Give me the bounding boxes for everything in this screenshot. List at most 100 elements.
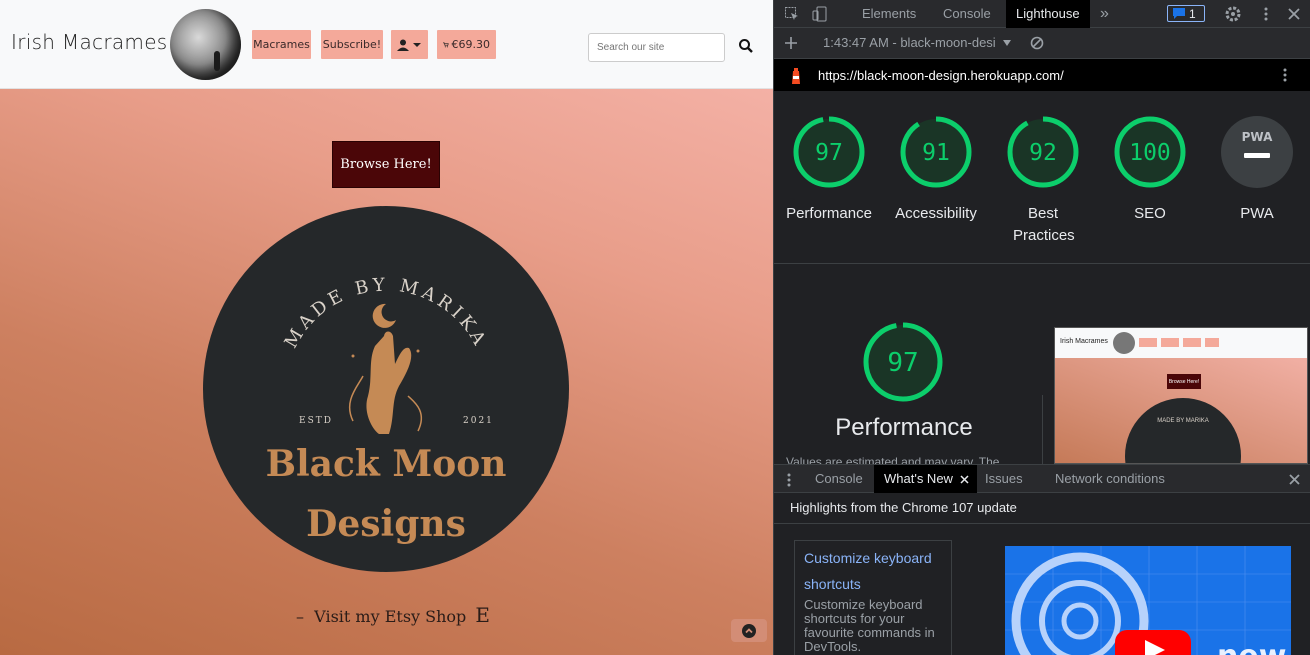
gauge-label: Accessibility — [895, 205, 977, 222]
section-divider — [774, 263, 1310, 264]
browse-here-button[interactable]: Browse Here! — [332, 141, 440, 188]
pwa-dash-icon — [1244, 153, 1270, 158]
device-toolbar-icon[interactable] — [812, 6, 828, 22]
cart-button[interactable]: €69.30 — [437, 30, 496, 59]
kebab-menu-icon[interactable] — [1258, 6, 1274, 22]
thumb-navbar: Irish Macrames — [1055, 328, 1307, 358]
more-tabs-chevron-icon[interactable]: » — [1096, 0, 1113, 28]
gauge-score: 97 — [815, 140, 843, 166]
whats-new-card: Customize keyboard shortcuts Customize k… — [794, 540, 952, 655]
page-screenshot-thumbnail[interactable]: Irish Macrames Browse Here! MADE BY MARI… — [1054, 327, 1308, 464]
gauge-label: Best Practices — [1013, 205, 1075, 244]
customize-shortcuts-description: Customize keyboard shortcuts for your fa… — [804, 597, 935, 654]
thumb-logo-text: MADE BY MARIKA — [1157, 418, 1209, 424]
cart-icon — [443, 42, 449, 47]
close-tab-icon[interactable] — [960, 475, 969, 484]
audited-url: https://black-moon-design.herokuapp.com/ — [818, 68, 1064, 83]
whats-new-graphic: new — [1005, 546, 1291, 655]
whats-new-heading: Highlights from the Chrome 107 update — [774, 493, 1310, 524]
lighthouse-toolbar: 1:43:47 AM - black-moon-desi — [774, 28, 1310, 59]
caret-down-icon — [413, 42, 421, 47]
settings-gear-icon[interactable] — [1225, 6, 1241, 22]
etsy-link-text: Visit my Etsy Shop — [314, 607, 467, 626]
site-search-input[interactable] — [588, 33, 725, 62]
customize-shortcuts-link[interactable]: Customize keyboard shortcuts — [804, 545, 942, 597]
plus-icon[interactable] — [784, 36, 798, 50]
performance-big-score: 97 — [887, 348, 918, 378]
etsy-shop-link[interactable]: – Visit my Etsy Shop E — [296, 603, 490, 627]
nav-subscribe-button[interactable]: Subscribe! — [321, 30, 383, 59]
whats-new-video-thumbnail[interactable]: new — [1005, 546, 1291, 655]
message-icon — [1173, 8, 1185, 19]
close-devtools-icon[interactable] — [1286, 6, 1302, 22]
gauge-label: Performance — [786, 205, 872, 222]
logo-line2: Designs — [306, 503, 466, 545]
drawer-tab-issues[interactable]: Issues — [975, 465, 1033, 493]
thumb-nav-buttons — [1139, 338, 1219, 347]
pwa-badge-text: PWA — [1242, 130, 1273, 144]
thumb-logo: MADE BY MARIKA — [1125, 398, 1241, 463]
performance-title: Performance — [835, 414, 973, 441]
inspect-element-icon[interactable] — [784, 6, 800, 22]
gauge-ring: 92 — [1007, 116, 1079, 188]
drawer-tab-whats-new-label: What's New — [884, 471, 953, 486]
logo-year: 2021 — [463, 416, 494, 426]
gauge-ring: 100 — [1114, 116, 1186, 188]
logo-estd: ESTD — [299, 416, 333, 426]
gauge-ring: PWA — [1221, 116, 1293, 188]
tab-lighthouse[interactable]: Lighthouse — [1006, 0, 1090, 28]
score-gauge-pwa[interactable]: PWA PWA — [1202, 116, 1310, 225]
score-gauge-performance[interactable]: 97 Performance — [774, 116, 884, 225]
scroll-to-top-button[interactable] — [731, 619, 767, 642]
pwa-badge-bg — [1221, 116, 1293, 188]
gauge-label: SEO — [1134, 205, 1166, 222]
cart-total: €69.30 — [451, 38, 491, 51]
search-icon[interactable] — [738, 38, 754, 54]
clear-reports-icon[interactable] — [1030, 36, 1044, 50]
drawer-tab-network-conditions[interactable]: Network conditions — [1045, 465, 1175, 493]
issues-badge[interactable]: 1 — [1167, 5, 1205, 22]
report-menu-icon[interactable] — [1277, 67, 1293, 83]
whats-new-image-text: new — [1217, 639, 1286, 655]
drawer-menu-icon[interactable] — [786, 472, 792, 488]
score-gauge-accessibility[interactable]: 91 Accessibility — [881, 116, 991, 225]
tab-elements[interactable]: Elements — [852, 0, 926, 28]
score-gauge-seo[interactable]: 100 SEO — [1095, 116, 1205, 225]
etsy-dash: – — [296, 607, 315, 626]
gauge-ring: 91 — [900, 116, 972, 188]
moon-logo-image[interactable] — [170, 9, 241, 80]
gauge-score: 100 — [1129, 140, 1171, 166]
lighthouse-report: 97 Performance 91 Accessibility 92 Best Pract… — [774, 91, 1310, 464]
thumb-brand: Irish Macrames — [1060, 338, 1108, 345]
logo-line1: Black Moon — [266, 443, 507, 485]
drawer-tabbar: Console What's New Issues Network condit… — [774, 464, 1310, 493]
report-time: 1:43:47 AM - black-moon-desi — [823, 35, 996, 50]
chevron-up-icon — [742, 623, 756, 638]
gauge-score: 92 — [1029, 140, 1057, 166]
drawer-tab-console[interactable]: Console — [805, 465, 873, 493]
score-gauge-best-practices[interactable]: 92 Best Practices — [988, 116, 1098, 247]
website-viewport: Irish Macrames Macrames Subscribe! €69.3… — [0, 0, 773, 655]
account-dropdown-button[interactable] — [391, 30, 428, 59]
nav-macrames-button[interactable]: Macrames — [252, 30, 311, 59]
black-moon-designs-logo: MADE BY MARIKA ESTD 2021 Black Moon Desi… — [203, 206, 569, 572]
close-drawer-icon[interactable] — [1288, 473, 1301, 486]
performance-note: Values are estimated and may vary. The — [786, 455, 1000, 464]
drawer-tab-whats-new[interactable]: What's New — [874, 465, 977, 493]
user-icon — [397, 39, 409, 51]
thumb-browse-button: Browse Here! — [1167, 374, 1201, 389]
vertical-divider — [1042, 395, 1043, 464]
site-navbar: Irish Macrames Macrames Subscribe! €69.3… — [0, 0, 773, 89]
thumb-moon — [1113, 332, 1135, 354]
devtools-panel: Elements Console Lighthouse » 1 1:43:47 … — [773, 0, 1310, 655]
performance-big-gauge: 97 — [863, 322, 943, 402]
gauge-ring: 97 — [793, 116, 865, 188]
gauge-label: PWA — [1240, 205, 1274, 222]
etsy-icon: E — [475, 603, 490, 627]
tab-console[interactable]: Console — [933, 0, 1001, 28]
site-brand[interactable]: Irish Macrames — [11, 30, 168, 54]
lighthouse-url-bar: https://black-moon-design.herokuapp.com/ — [774, 59, 1310, 91]
gauge-score: 91 — [922, 140, 950, 166]
report-selector[interactable]: 1:43:47 AM - black-moon-desi — [823, 35, 1012, 50]
dropdown-caret-icon — [1003, 40, 1012, 46]
